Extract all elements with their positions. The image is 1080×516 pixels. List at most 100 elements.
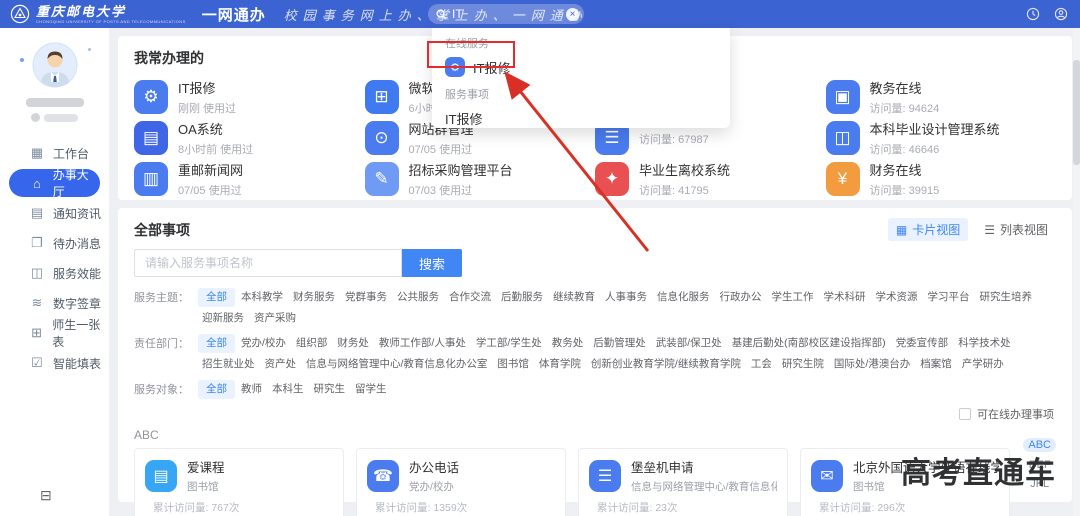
frequent-card[interactable]: ✦ 毕业生离校系统 访问量: 41795 xyxy=(595,159,826,200)
filter-option[interactable]: 组织部 xyxy=(292,334,332,353)
filter-option[interactable]: 资产处 xyxy=(261,355,301,374)
filter-option-selected[interactable]: 全部 xyxy=(198,380,235,399)
scrollbar[interactable] xyxy=(1073,28,1080,516)
filter-option[interactable]: 产学研办 xyxy=(958,355,1008,374)
tender-icon: ✎ xyxy=(364,162,399,197)
filter-option[interactable]: 学生工作 xyxy=(768,288,818,307)
filter-option[interactable]: 行政办公 xyxy=(716,288,766,307)
clear-search-icon[interactable]: × xyxy=(566,7,579,21)
filter-option[interactable]: 党委宣传部 xyxy=(892,334,953,353)
filter-option[interactable]: 公共服务 xyxy=(393,288,443,307)
top-header: 重庆邮电大学 CHONGQING UNIVERSITY OF POSTS AND… xyxy=(0,0,1080,28)
filter-option[interactable]: 党群事务 xyxy=(341,288,391,307)
frequent-card[interactable]: ◫ 本科毕业设计管理系统 访问量: 46646 xyxy=(825,117,1057,158)
sidebar-item-label: 服务效能 xyxy=(53,266,102,281)
frequent-card[interactable]: ✎ 招标采购管理平台 07/03 使用过 xyxy=(364,159,596,200)
frequent-card[interactable]: ¥ 财务在线 访问量: 39915 xyxy=(825,159,1057,200)
filter-option[interactable]: 档案馆 xyxy=(916,355,956,374)
list-view-toggle[interactable]: ☰ 列表视图 xyxy=(976,218,1056,241)
filter-option[interactable]: 研究生培养 xyxy=(976,288,1037,307)
online-only-label: 可在线办理事项 xyxy=(977,409,1054,421)
suggest-item-it-repair[interactable]: ⚙ IT报修 xyxy=(445,57,730,77)
filter-option[interactable]: 教师 xyxy=(237,380,266,399)
filter-option[interactable]: 本科教学 xyxy=(237,288,287,307)
suggest-item-it-repair-text[interactable]: IT报修 xyxy=(445,109,730,128)
scrollbar-thumb[interactable] xyxy=(1073,60,1080,165)
sidebar-item[interactable]: ≋ 数字签章 xyxy=(0,288,109,318)
suggest-item-label: IT报修 xyxy=(473,60,511,76)
filter-option[interactable]: 学工部/学生处 xyxy=(472,334,546,353)
service-title: 本科毕业设计管理系统 xyxy=(869,121,1000,137)
filter-option[interactable]: 武装部/保卫处 xyxy=(652,334,726,353)
avatar[interactable] xyxy=(32,42,78,88)
service-title: 堡垒机申请 xyxy=(631,461,694,475)
filter-option[interactable]: 国际处/港澳台办 xyxy=(830,355,914,374)
filter-option[interactable]: 人事事务 xyxy=(601,288,651,307)
filter-row: 服务主题： 全部 本科教学 财务服务 党群事务 公共服务 合作交流 后勤服务 继续教育 人事事… xyxy=(134,288,1056,328)
service-title: 办公电话 xyxy=(409,461,460,475)
service-search-input[interactable] xyxy=(134,249,402,277)
filter-option[interactable]: 教师工作部/人事处 xyxy=(375,334,470,353)
service-meta: 访问量: 39915 xyxy=(869,185,940,198)
search-icon xyxy=(436,8,447,20)
sidebar-item[interactable]: ⊞ 师生一张表 xyxy=(0,318,109,349)
filter-option[interactable]: 合作交流 xyxy=(445,288,495,307)
service-visits: 累计访问量: 1359次 xyxy=(375,502,468,514)
sidebar-item[interactable]: ▦ 工作台 xyxy=(0,138,109,168)
filter-option[interactable]: 财务处 xyxy=(333,334,373,353)
sidebar-item[interactable]: ❐ 待办消息 xyxy=(0,228,109,258)
filter-option[interactable]: 财务服务 xyxy=(289,288,339,307)
filter-option[interactable]: 资产采购 xyxy=(250,309,300,328)
service-card[interactable]: ▤ 爱课程 图书馆 累计访问量: 767次 办事指南 在线办理 xyxy=(134,448,344,516)
filter-option[interactable]: 图书馆 xyxy=(493,355,533,374)
sidebar-item[interactable]: ⌂ 办事大厅 xyxy=(9,168,100,199)
sidebar-item-label: 待办消息 xyxy=(53,236,102,251)
sidebar-item[interactable]: ◫ 服务效能 xyxy=(0,258,109,288)
frequent-card[interactable]: ▣ 教务在线 访问量: 94624 xyxy=(825,76,1057,117)
filter-option[interactable]: 基建后勤处(南部校区建设指挥部) xyxy=(728,334,890,353)
filter-option[interactable]: 研究生院 xyxy=(778,355,828,374)
filter-option[interactable]: 学术科研 xyxy=(820,288,870,307)
service-card[interactable]: ☰ 堡垒机申请 信息与网络管理中心/教育信息化办公室 累计访问量: 23次 办事… xyxy=(578,448,788,516)
notification-icon[interactable] xyxy=(1026,7,1040,21)
filter-option-selected[interactable]: 全部 xyxy=(198,334,235,353)
service-card[interactable]: ☎ 办公电话 党办/校办 累计访问量: 1359次 办事指南 在线办理 xyxy=(356,448,566,516)
filter-option[interactable]: 工会 xyxy=(747,355,776,374)
frequent-card[interactable]: ▤ OA系统 8小时前 使用过 xyxy=(134,117,365,158)
filter-option[interactable]: 党办/校办 xyxy=(237,334,290,353)
filter-option[interactable]: 学习平台 xyxy=(924,288,974,307)
header-search-input[interactable] xyxy=(452,7,566,21)
search-button[interactable]: 搜索 xyxy=(402,249,462,277)
filter-option[interactable]: 本科生 xyxy=(268,380,308,399)
efficiency-icon: ◫ xyxy=(30,265,44,280)
user-icon[interactable] xyxy=(1054,7,1068,21)
university-name: 重庆邮电大学 CHONGQING UNIVERSITY OF POSTS AND… xyxy=(36,5,186,24)
collapse-sidebar-icon[interactable]: ⊟ xyxy=(40,487,52,504)
frequent-card[interactable]: ▥ 重邮新闻网 07/05 使用过 xyxy=(134,159,365,200)
filter-option[interactable]: 后勤管理处 xyxy=(589,334,650,353)
filter-option[interactable]: 创新创业教育学院/继续教育学院 xyxy=(587,355,745,374)
filter-option[interactable]: 教务处 xyxy=(548,334,588,353)
filter-option[interactable]: 学术资源 xyxy=(872,288,922,307)
filter-option[interactable]: 招生就业处 xyxy=(198,355,259,374)
sidebar-item[interactable]: ▤ 通知资讯 xyxy=(0,198,109,228)
filter-option-selected[interactable]: 全部 xyxy=(198,288,235,307)
news-icon: ▤ xyxy=(30,205,44,220)
filter-option[interactable]: 信息化服务 xyxy=(653,288,714,307)
filter-option[interactable]: 继续教育 xyxy=(549,288,599,307)
sidebar-item[interactable]: ☑ 智能填表 xyxy=(0,348,109,378)
filter-option[interactable]: 留学生 xyxy=(351,380,391,399)
filter-option[interactable]: 信息与网络管理中心/教育信息化办公室 xyxy=(302,355,491,374)
filter-option[interactable]: 体育学院 xyxy=(535,355,585,374)
filter-option[interactable]: 迎新服务 xyxy=(198,309,248,328)
header-search[interactable]: × xyxy=(428,4,584,24)
windows-icon: ⊞ xyxy=(364,79,399,114)
card-view-toggle[interactable]: ▦ 卡片视图 xyxy=(887,218,969,241)
filter-option[interactable]: 研究生 xyxy=(310,380,350,399)
online-only-checkbox[interactable] xyxy=(959,408,971,420)
filter-option[interactable]: 后勤服务 xyxy=(497,288,547,307)
service-title: 毕业生离校系统 xyxy=(639,163,731,179)
service-meta: 07/03 使用过 xyxy=(408,185,473,198)
frequent-card[interactable]: ⚙ IT报修 刚刚 使用过 xyxy=(134,76,365,117)
filter-option[interactable]: 科学技术处 xyxy=(954,334,1015,353)
